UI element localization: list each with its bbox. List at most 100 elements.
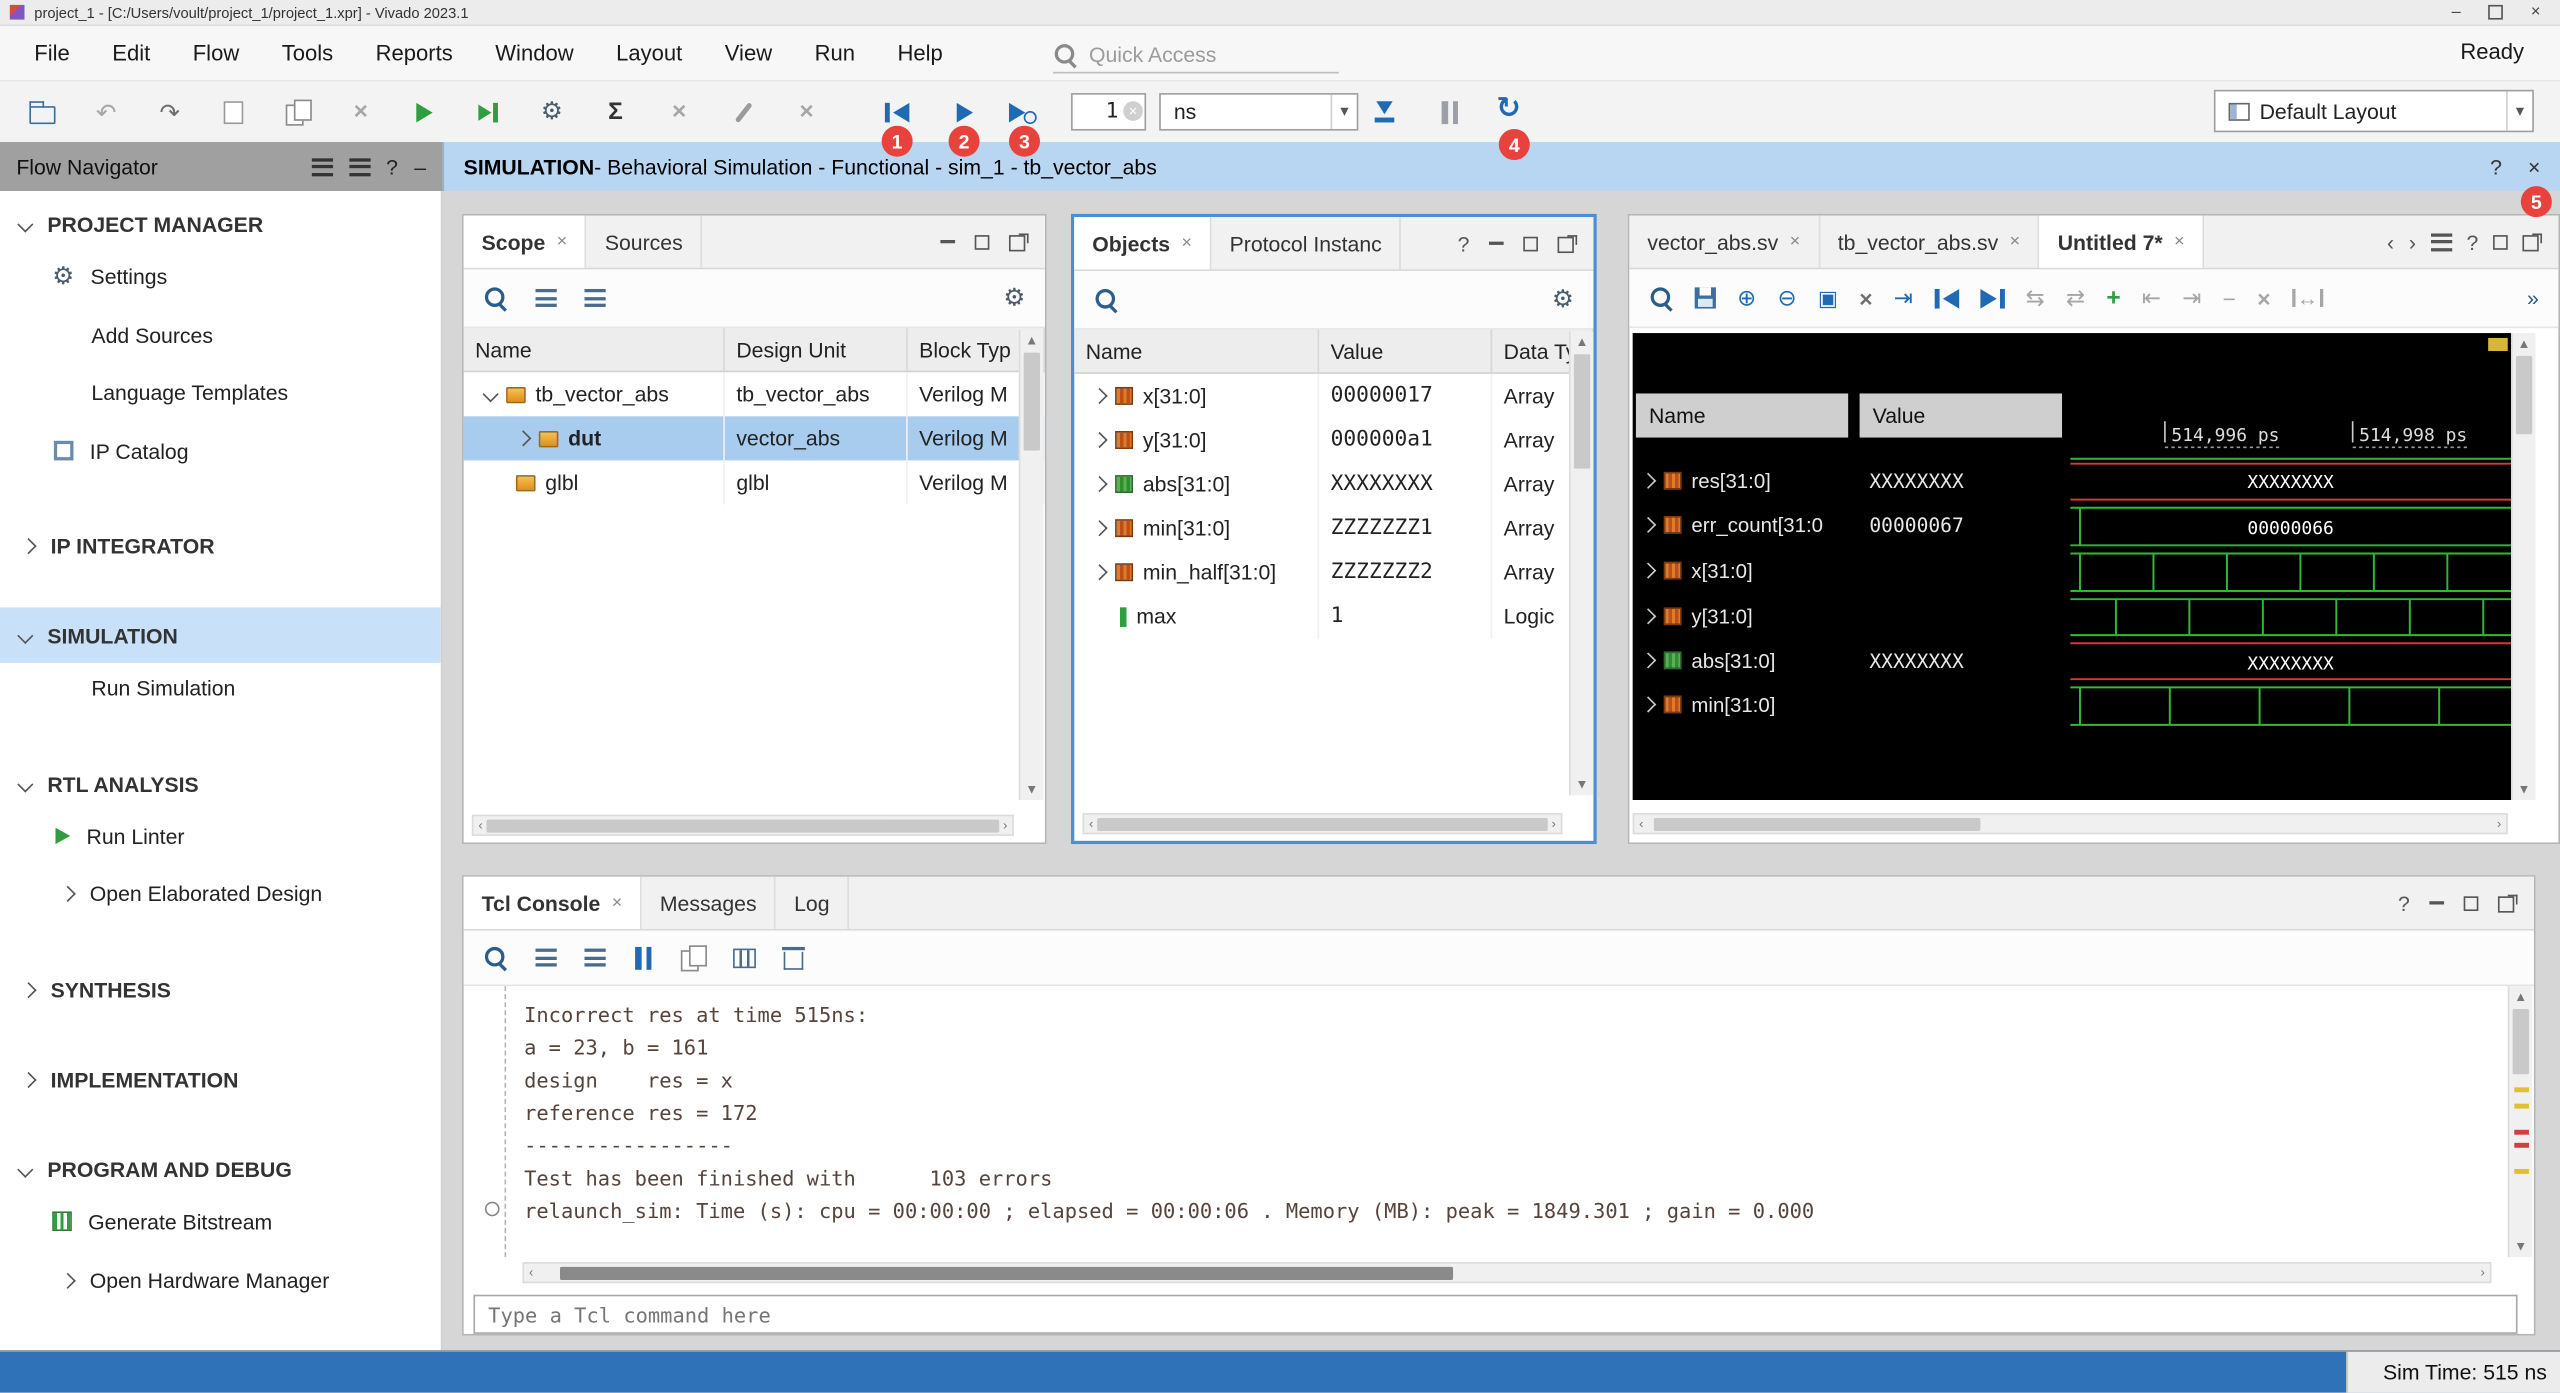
close-tab-icon[interactable]: × <box>2174 232 2185 252</box>
expand-all-icon[interactable] <box>584 949 605 967</box>
collapse-all-icon[interactable] <box>536 949 557 967</box>
open-project-icon[interactable] <box>29 97 55 126</box>
menu-window[interactable]: Window <box>474 26 595 80</box>
sigma-icon[interactable]: Σ <box>602 97 628 126</box>
section-implementation[interactable]: IMPLEMENTATION <box>0 1051 441 1107</box>
float-panel-icon[interactable] <box>2498 893 2518 913</box>
settings-gear-icon[interactable]: ⚙ <box>539 97 565 126</box>
search-icon[interactable] <box>1094 287 1118 311</box>
redo-icon[interactable]: ↷ <box>157 97 183 126</box>
maximize-panel-icon[interactable] <box>1523 236 1538 251</box>
table-row-selected[interactable]: dut vector_abs Verilog M <box>464 416 1045 460</box>
table-row[interactable]: max 1 Logic <box>1074 594 1593 638</box>
restart-sim-button[interactable] <box>883 98 909 127</box>
zoom-in-icon[interactable]: ⊕ <box>1737 284 1756 312</box>
save-icon[interactable] <box>220 97 246 126</box>
section-project-manager[interactable]: PROJECT MANAGER <box>0 196 441 252</box>
table-row[interactable]: min[31:0] ZZZZZZZ1 Array <box>1074 506 1593 550</box>
close-simulation-icon[interactable]: × <box>2528 154 2540 178</box>
exchange-icon[interactable]: ⇄ <box>2066 284 2085 312</box>
close-tab-icon[interactable]: × <box>2010 232 2021 252</box>
chevron-right-icon[interactable] <box>1092 476 1108 492</box>
tab-protocol-instances[interactable]: Protocol Instanc <box>1212 217 1402 269</box>
vertical-scrollbar[interactable]: ▲▼ <box>2511 333 2535 800</box>
chevron-right-icon[interactable] <box>20 981 36 997</box>
chevron-right-icon[interactable] <box>1640 652 1656 668</box>
next-tab-icon[interactable]: › <box>2409 229 2416 253</box>
sidebar-item-ip-catalog[interactable]: IP Catalog <box>0 423 441 479</box>
horizontal-scrollbar[interactable]: ‹› <box>472 815 1014 836</box>
wave-canvas[interactable]: 514,996 ps 514,998 ps XXXXXXXX 00000066 <box>2070 333 2511 800</box>
float-panel-icon[interactable] <box>1558 233 1578 253</box>
vertical-scrollbar[interactable]: ▲▼ <box>2508 986 2532 1257</box>
tab-list-icon[interactable] <box>2431 233 2452 251</box>
clear-console-icon[interactable] <box>784 946 804 969</box>
cancel-icon[interactable]: × <box>666 97 692 126</box>
help-icon[interactable]: ? <box>1458 231 1470 255</box>
chevron-right-icon[interactable] <box>1092 564 1108 580</box>
quick-access-search[interactable]: Quick Access <box>1053 36 1339 74</box>
pause-button[interactable] <box>1437 98 1463 127</box>
marker-flag[interactable] <box>2488 338 2508 351</box>
relaunch-sim-button[interactable]: ↻ <box>1496 93 1522 122</box>
wave-signal-row[interactable]: y[31:0] <box>1633 594 2071 638</box>
save-waveform-icon[interactable] <box>1695 287 1716 308</box>
layout-icon[interactable] <box>349 158 370 176</box>
collapse-icon[interactable]: – <box>414 154 426 178</box>
vertical-scrollbar[interactable]: ▲▼ <box>1569 331 1593 795</box>
section-rtl-analysis[interactable]: RTL ANALYSIS <box>0 756 441 812</box>
chevron-right-icon[interactable] <box>1640 563 1656 579</box>
jump-end-icon[interactable]: ⇥ <box>2182 284 2201 312</box>
help-icon[interactable]: ? <box>2467 229 2479 253</box>
goto-time-icon[interactable]: ⇥ <box>1894 284 1913 312</box>
search-icon[interactable] <box>1649 286 1673 310</box>
chevron-right-icon[interactable] <box>1640 608 1656 624</box>
sidebar-item-generate-bitstream[interactable]: Generate Bitstream <box>0 1193 441 1249</box>
copy-icon[interactable] <box>284 97 310 126</box>
wave-value-header[interactable]: Value <box>1860 393 2062 437</box>
step-debug-icon[interactable] <box>475 97 501 126</box>
add-force-icon[interactable]: + <box>2106 284 2120 312</box>
tab-objects[interactable]: Objects× <box>1074 217 1211 269</box>
tab-log[interactable]: Log <box>776 877 849 929</box>
wave-window[interactable]: Name Value res[31:0]XXXXXXXX err_count[3… <box>1633 333 2511 800</box>
settings-gear-icon[interactable]: ⚙ <box>1552 287 1574 311</box>
console-output[interactable]: Incorrect res at time 515ns: a = 23, b =… <box>465 986 2506 1257</box>
help-icon[interactable]: ? <box>2398 891 2410 915</box>
table-row[interactable]: x[31:0] 00000017 Array <box>1074 374 1593 418</box>
chevron-right-icon[interactable] <box>1092 388 1108 404</box>
sidebar-item-open-elaborated-design[interactable]: Open Elaborated Design <box>0 865 441 921</box>
horizontal-scrollbar[interactable]: ‹› <box>1082 813 1562 834</box>
search-icon[interactable] <box>483 286 507 310</box>
chevron-right-icon[interactable] <box>60 1272 76 1288</box>
search-icon[interactable] <box>483 945 507 969</box>
chevron-right-icon[interactable] <box>1640 696 1656 712</box>
tab-tcl-console[interactable]: Tcl Console× <box>464 877 642 929</box>
tab-tb-vector-abs-sv[interactable]: tb_vector_abs.sv× <box>1820 216 2040 268</box>
chevron-right-icon[interactable] <box>515 430 531 446</box>
tab-scope[interactable]: Scope× <box>464 216 587 268</box>
menu-help[interactable]: Help <box>876 26 964 80</box>
expand-all-icon[interactable] <box>584 289 605 307</box>
fit-width-icon[interactable]: ↔ <box>2292 289 2323 307</box>
jump-start-icon[interactable]: ⇤ <box>2142 284 2161 312</box>
horizontal-scrollbar[interactable]: ‹› <box>522 1262 2491 1283</box>
maximize-button[interactable] <box>2488 5 2503 20</box>
layout-selector-dropdown[interactable]: Default Layout ▾ <box>2214 90 2534 132</box>
menu-view[interactable]: View <box>704 26 794 80</box>
chevron-down-icon[interactable] <box>17 627 33 643</box>
chevron-right-icon[interactable] <box>1092 520 1108 536</box>
wave-signal-row[interactable]: err_count[31:000000067 <box>1633 503 2071 547</box>
float-panel-icon[interactable] <box>1009 232 1029 252</box>
table-row[interactable]: min_half[31:0] ZZZZZZZ2 Array <box>1074 550 1593 594</box>
maximize-panel-icon[interactable] <box>2493 234 2508 249</box>
horizontal-scrollbar[interactable]: ‹› <box>1633 813 2508 834</box>
tab-vector-abs-sv[interactable]: vector_abs.sv× <box>1629 216 1819 268</box>
sidebar-item-settings[interactable]: ⚙Settings <box>0 248 441 304</box>
more-tools-icon[interactable]: » <box>2527 286 2539 310</box>
sidebar-item-run-simulation[interactable]: Run Simulation <box>0 660 441 716</box>
dash-icon[interactable]: − <box>2223 285 2236 311</box>
step-button[interactable] <box>1371 96 1397 125</box>
help-icon[interactable]: ? <box>386 154 398 178</box>
zoom-out-icon[interactable]: ⊖ <box>1778 284 1797 312</box>
